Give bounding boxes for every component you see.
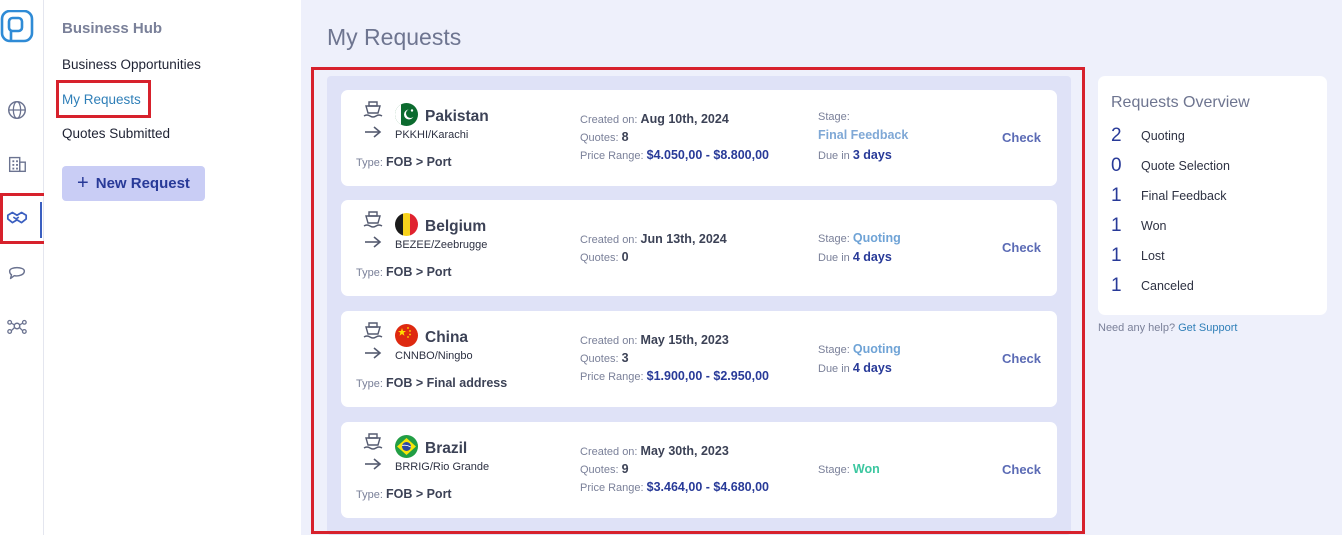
- due-in: Due in 4 days: [818, 361, 892, 375]
- stage-label: Stage:: [818, 111, 850, 123]
- flag-pakistan-icon: [395, 103, 418, 126]
- stage-value: Stage: Quoting: [818, 231, 901, 245]
- arrow-right-icon: [363, 124, 383, 140]
- request-type: Type: FOB > Port: [356, 487, 452, 501]
- overview-row: 1 Final Feedback: [1111, 185, 1226, 207]
- request-card: Brazil BRRIG/Rio Grande Type: FOB > Port…: [341, 422, 1057, 518]
- get-support-link[interactable]: Get Support: [1178, 322, 1237, 334]
- highlight-box: [0, 193, 48, 244]
- ship-icon: [362, 432, 384, 452]
- request-type: Type: FOB > Final address: [356, 376, 508, 390]
- ship-icon: [362, 100, 384, 120]
- overview-count: 1: [1111, 275, 1122, 296]
- created-on: Created on: Aug 10th, 2024: [580, 112, 729, 126]
- quotes-count: Quotes: 9: [580, 462, 629, 476]
- globe-icon[interactable]: [4, 97, 30, 123]
- quotes-count: Quotes: 3: [580, 351, 629, 365]
- overview-label: Quoting: [1141, 129, 1185, 143]
- highlight-box: [56, 80, 151, 118]
- quotes-count: Quotes: 8: [580, 130, 629, 144]
- country-name: Belgium: [425, 218, 487, 235]
- arrow-right-icon: [363, 456, 383, 472]
- request-card: China CNNBO/Ningbo Type: FOB > Final add…: [341, 311, 1057, 407]
- plus-icon: +: [77, 171, 89, 194]
- overview-row: 1 Won: [1111, 215, 1166, 237]
- country-name: China: [425, 329, 469, 346]
- created-on: Created on: Jun 13th, 2024: [580, 232, 727, 246]
- quotes-count: Quotes: 0: [580, 250, 629, 264]
- price-range: Price Range: $3.464,00 - $4.680,00: [580, 480, 769, 494]
- request-type: Type: FOB > Port: [356, 155, 452, 169]
- network-icon[interactable]: [4, 313, 30, 339]
- created-on: Created on: May 15th, 2023: [580, 333, 729, 347]
- check-button[interactable]: Check: [1002, 462, 1041, 477]
- overview-count: 0: [1111, 155, 1122, 176]
- new-request-label: New Request: [95, 175, 190, 192]
- arrow-right-icon: [363, 345, 383, 361]
- price-range: Price Range: $4.050,00 - $8.800,00: [580, 148, 769, 162]
- requests-overview-panel: Requests Overview 2 Quoting 0 Quote Select…: [1098, 76, 1327, 315]
- hub-title: Business Hub: [62, 20, 163, 37]
- overview-label: Final Feedback: [1141, 189, 1227, 203]
- overview-label: Won: [1141, 219, 1167, 233]
- flag-brazil-icon: [395, 435, 418, 458]
- overview-count: 1: [1111, 215, 1122, 236]
- logo-icon[interactable]: [0, 9, 34, 44]
- new-request-button[interactable]: + New Request: [62, 166, 205, 201]
- overview-count: 1: [1111, 245, 1122, 266]
- port-code: BEZEE/Zeebrugge: [395, 239, 488, 251]
- overview-label: Canceled: [1141, 279, 1194, 293]
- created-on: Created on: May 30th, 2023: [580, 444, 729, 458]
- country-name: Pakistan: [425, 108, 489, 125]
- overview-count: 2: [1111, 125, 1122, 146]
- check-button[interactable]: Check: [1002, 240, 1041, 255]
- ship-icon: [362, 210, 384, 230]
- arrow-right-icon: [363, 234, 383, 250]
- stage-value: Final Feedback: [818, 128, 909, 142]
- port-code: PKKHI/Karachi: [395, 129, 469, 141]
- port-code: CNNBO/Ningbo: [395, 350, 473, 362]
- overview-title: Requests Overview: [1111, 94, 1250, 111]
- overview-label: Quote Selection: [1141, 159, 1230, 173]
- due-in: Due in 4 days: [818, 250, 892, 264]
- page-title: My Requests: [327, 24, 462, 50]
- overview-row: 0 Quote Selection: [1111, 155, 1230, 177]
- check-button[interactable]: Check: [1002, 351, 1041, 366]
- building-icon[interactable]: [4, 151, 30, 177]
- port-code: BRRIG/Rio Grande: [395, 461, 490, 473]
- request-card: Belgium BEZEE/Zeebrugge Type: FOB > Port…: [341, 200, 1057, 296]
- price-range: Price Range: $1.900,00 - $2.950,00: [580, 369, 769, 383]
- sub-navigation: Business Hub Business Opportunities My R…: [44, 0, 301, 535]
- chat-icon[interactable]: [4, 259, 30, 285]
- help-text: Need any help? Get Support: [1098, 322, 1238, 334]
- stage-value: Stage: Quoting: [818, 342, 901, 356]
- stage-value: Stage: Won: [818, 462, 880, 476]
- overview-row: 1 Lost: [1111, 245, 1165, 267]
- check-button[interactable]: Check: [1002, 130, 1041, 145]
- nav-business-opportunities[interactable]: Business Opportunities: [62, 57, 201, 72]
- icon-rail: [0, 0, 48, 535]
- ship-icon: [362, 321, 384, 341]
- country-name: Brazil: [425, 440, 468, 457]
- overview-row: 1 Canceled: [1111, 275, 1194, 297]
- request-type: Type: FOB > Port: [356, 265, 452, 279]
- request-card: Pakistan PKKHI/Karachi Type: FOB > Port …: [341, 90, 1057, 186]
- nav-quotes-submitted[interactable]: Quotes Submitted: [62, 126, 170, 141]
- overview-label: Lost: [1141, 249, 1165, 263]
- flag-belgium-icon: [395, 213, 418, 236]
- overview-row: 2 Quoting: [1111, 125, 1185, 147]
- flag-china-icon: [395, 324, 418, 347]
- due-in: Due in 3 days: [818, 148, 892, 162]
- overview-count: 1: [1111, 185, 1122, 206]
